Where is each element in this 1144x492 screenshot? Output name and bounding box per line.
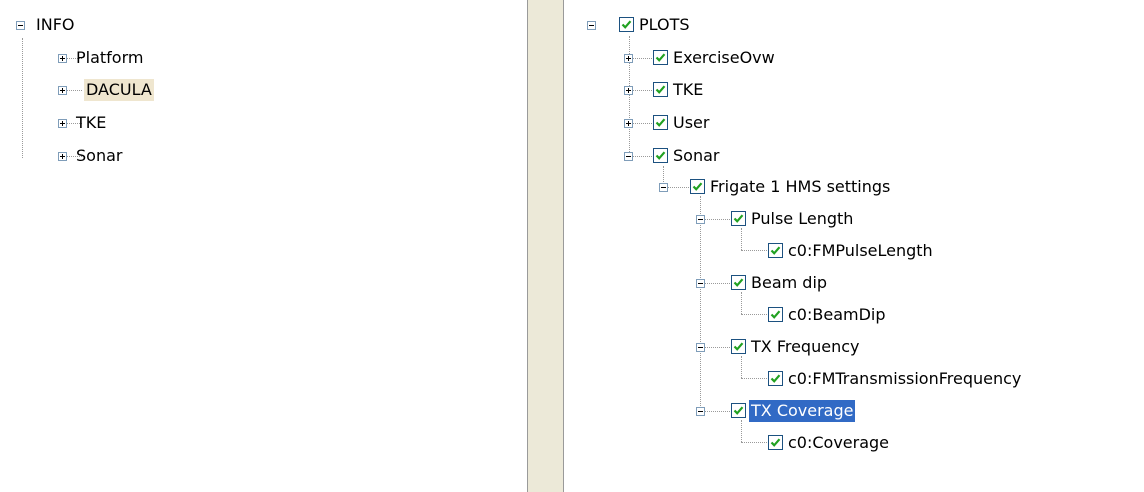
check-icon	[655, 151, 666, 160]
check-icon	[655, 85, 666, 94]
fm-transmission-frequency-checkbox[interactable]	[768, 371, 783, 386]
tree-node-pulse-length[interactable]: Pulse Length	[749, 208, 855, 230]
collapse-icon[interactable]	[659, 183, 668, 192]
tree-node-beam-dip[interactable]: Beam dip	[749, 272, 829, 294]
tree-line	[741, 378, 769, 379]
collapse-icon[interactable]	[624, 152, 633, 161]
expand-icon[interactable]	[58, 54, 67, 63]
check-icon	[733, 278, 744, 287]
tree-line	[700, 196, 701, 410]
tree-line	[741, 356, 742, 378]
plots-tree-panel: PLOTS ExerciseOvw TKE User Sonar Frigate…	[563, 0, 1144, 492]
tree-node-sonar[interactable]: Sonar	[671, 145, 721, 167]
expand-icon[interactable]	[58, 86, 67, 95]
tree-node-tx-frequency[interactable]: TX Frequency	[749, 336, 861, 358]
expand-icon[interactable]	[624, 86, 633, 95]
tree-node-info[interactable]: INFO	[34, 14, 76, 36]
check-icon	[770, 310, 781, 319]
collapse-icon[interactable]	[16, 21, 25, 30]
exerciseovw-checkbox[interactable]	[653, 50, 668, 65]
tree-line	[741, 250, 769, 251]
tree-node-frigate-settings[interactable]: Frigate 1 HMS settings	[708, 176, 892, 198]
tree-node-tke[interactable]: TKE	[74, 112, 108, 134]
tree-line	[741, 420, 742, 442]
check-icon	[655, 53, 666, 62]
collapse-icon[interactable]	[696, 215, 705, 224]
check-icon	[621, 20, 632, 29]
tree-node-user[interactable]: User	[671, 112, 711, 134]
tree-node-tke[interactable]: TKE	[671, 79, 705, 101]
tree-node-dacula[interactable]: DACULA	[84, 79, 154, 101]
check-icon	[655, 118, 666, 127]
expand-icon[interactable]	[624, 54, 633, 63]
tree-node-fm-pulse-length[interactable]: c0:FMPulseLength	[786, 240, 935, 262]
tree-line	[22, 38, 23, 158]
check-icon	[770, 374, 781, 383]
pulse-length-checkbox[interactable]	[731, 211, 746, 226]
tree-line	[741, 292, 742, 314]
tree-node-beamdip-value[interactable]: c0:BeamDip	[786, 304, 888, 326]
expand-icon[interactable]	[58, 152, 67, 161]
check-icon	[770, 438, 781, 447]
collapse-icon[interactable]	[696, 407, 705, 416]
expand-icon[interactable]	[624, 119, 633, 128]
tree-node-platform[interactable]: Platform	[74, 47, 145, 69]
collapse-icon[interactable]	[696, 279, 705, 288]
check-icon	[733, 406, 744, 415]
tx-frequency-checkbox[interactable]	[731, 339, 746, 354]
beam-dip-checkbox[interactable]	[731, 275, 746, 290]
coverage-value-checkbox[interactable]	[768, 435, 783, 450]
tree-node-tx-coverage[interactable]: TX Coverage	[749, 400, 856, 422]
fm-pulse-length-checkbox[interactable]	[768, 243, 783, 258]
tree-line	[741, 442, 769, 443]
tree-node-fm-transmission-frequency[interactable]: c0:FMTransmissionFrequency	[786, 368, 1023, 390]
tke-checkbox[interactable]	[653, 82, 668, 97]
tree-node-coverage-value[interactable]: c0:Coverage	[786, 432, 891, 454]
panel-splitter[interactable]	[528, 0, 563, 492]
tree-line	[741, 314, 769, 315]
check-icon	[692, 182, 703, 191]
tx-coverage-checkbox[interactable]	[731, 403, 746, 418]
sonar-checkbox[interactable]	[653, 148, 668, 163]
collapse-icon[interactable]	[587, 21, 596, 30]
check-icon	[770, 246, 781, 255]
info-tree-panel: INFO Platform DACULA TKE Sonar	[0, 0, 528, 492]
tree-node-sonar[interactable]: Sonar	[74, 145, 124, 167]
user-checkbox[interactable]	[653, 115, 668, 130]
tree-node-exerciseovw[interactable]: ExerciseOvw	[671, 47, 777, 69]
plots-checkbox[interactable]	[619, 17, 634, 32]
check-icon	[733, 214, 744, 223]
expand-icon[interactable]	[58, 119, 67, 128]
tree-line	[741, 228, 742, 250]
check-icon	[733, 342, 744, 351]
frigate-settings-checkbox[interactable]	[690, 179, 705, 194]
collapse-icon[interactable]	[696, 343, 705, 352]
tree-node-plots[interactable]: PLOTS	[637, 14, 692, 36]
beamdip-value-checkbox[interactable]	[768, 307, 783, 322]
